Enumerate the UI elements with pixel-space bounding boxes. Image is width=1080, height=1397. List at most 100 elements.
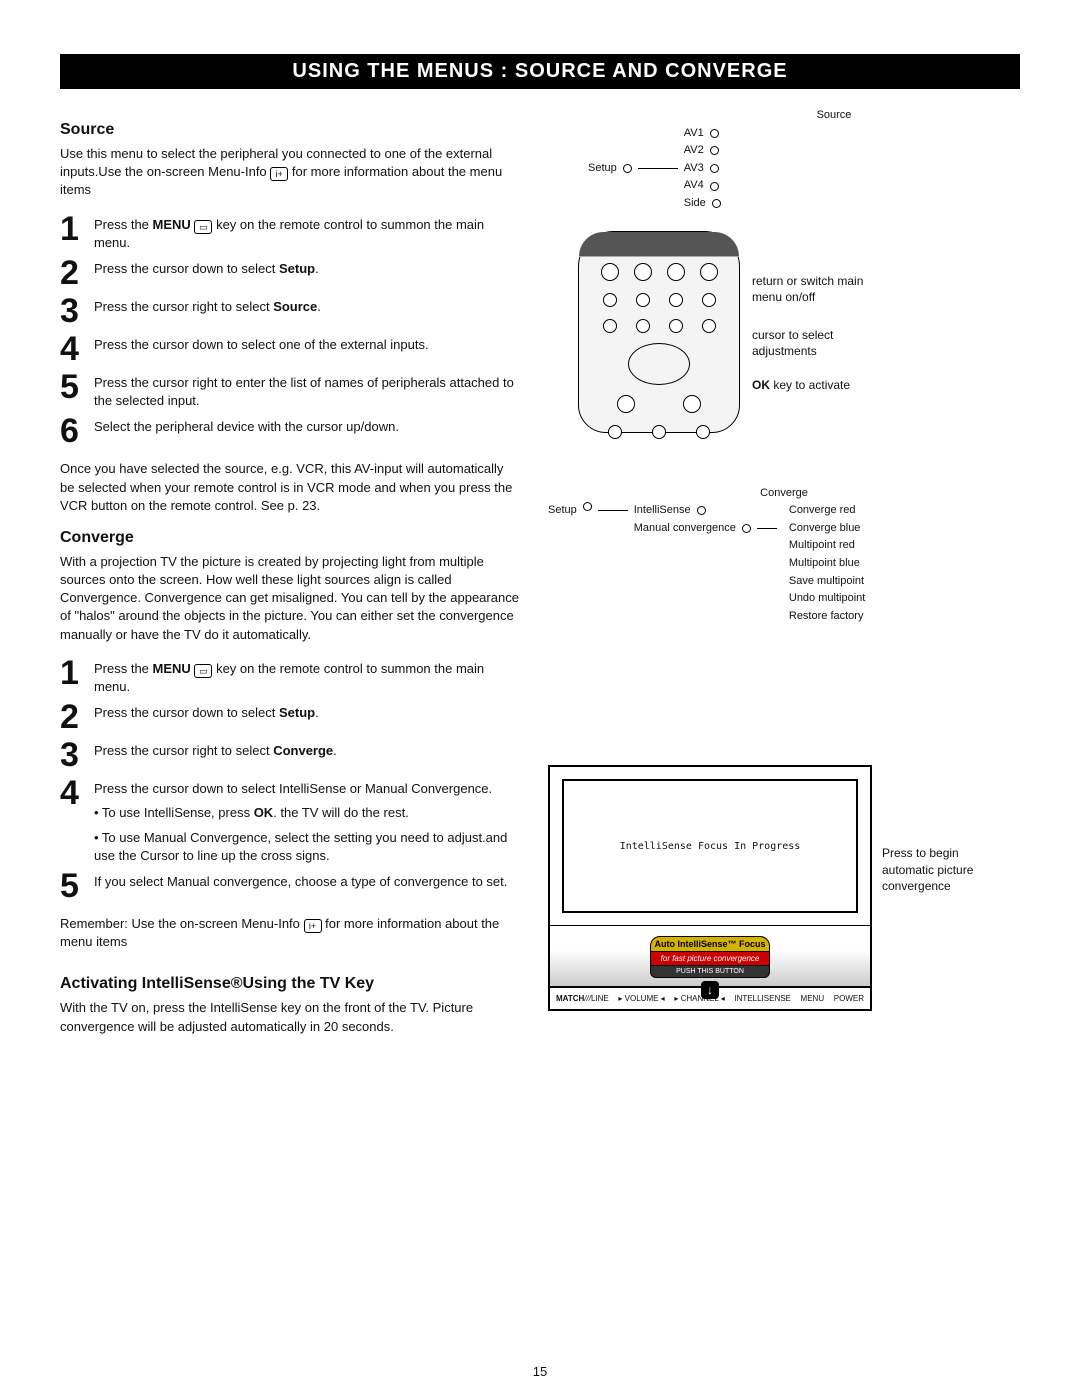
tv-block: IntelliSense Focus In Progress Auto Inte… (548, 735, 1020, 1011)
node-icon (712, 199, 721, 208)
step-text: Press the cursor down to select IntelliS… (94, 776, 520, 865)
remote-button-icon (603, 293, 617, 307)
t: Press the cursor right to select (94, 743, 273, 758)
step-num: 2 (60, 256, 94, 290)
tree-root: Setup (588, 160, 617, 178)
t: Press the cursor down to select (94, 705, 279, 720)
menu-icon: ▭ (194, 220, 212, 234)
step-2: 2 Press the cursor down to select Setup. (60, 256, 520, 290)
anno-ok: OK key to activate (752, 377, 892, 393)
step-text: Press the cursor right to select Converg… (94, 738, 337, 760)
tree-item: Manual convergence (634, 520, 777, 538)
badge-top: Auto IntelliSense™ Focus (650, 936, 770, 952)
converge-menu-tree: Converge Setup IntelliSense Manual conve… (548, 485, 1020, 626)
remote-button-icon (603, 319, 617, 333)
tree-item: Restore factory (789, 608, 865, 626)
node-icon (742, 524, 751, 533)
step-num: 4 (60, 776, 94, 810)
bold: Setup (279, 705, 315, 720)
line-icon (598, 510, 628, 511)
manual-page: USING THE MENUS : SOURCE AND CONVERGE So… (0, 0, 1080, 1397)
bullet-1: • To use IntelliSense, press OK. the TV … (94, 804, 520, 822)
remote-button-icon (636, 319, 650, 333)
step-text: Press the MENU ▭ key on the remote contr… (94, 656, 520, 696)
converge-after: Remember: Use the on-screen Menu-Info i+… (60, 915, 520, 951)
tree-items: AV1 AV2 AV3 AV4 Side (684, 125, 721, 213)
step-text: Press the cursor right to enter the list… (94, 370, 520, 410)
remote-annotations: return or switch main menu on/off cursor… (752, 213, 892, 394)
activating-heading: Activating IntelliSense®Using the TV Key (60, 975, 520, 993)
line-icon (757, 528, 777, 529)
t: Press the cursor down to select (94, 261, 279, 276)
node-icon (710, 146, 719, 155)
step-1: 1 Press the MENU ▭ key on the remote con… (60, 212, 520, 252)
step-num: 3 (60, 738, 94, 772)
step-3: 3 Press the cursor right to select Sourc… (60, 294, 520, 328)
tree-item: AV2 (684, 142, 721, 160)
converge-heading: Converge (60, 529, 520, 547)
step-text: Select the peripheral device with the cu… (94, 414, 399, 436)
menu-icon: ▭ (194, 664, 212, 678)
remote-button-icon (669, 319, 683, 333)
t: . the TV will do the rest. (273, 805, 409, 820)
source-heading: Source (60, 121, 520, 139)
bold: MENU (153, 661, 191, 676)
remote-dpad-icon (628, 343, 690, 385)
left-column: Source Use this menu to select the perip… (60, 107, 520, 1042)
label: IntelliSense (634, 502, 691, 520)
step-num: 6 (60, 414, 94, 448)
tree-item: Multipoint blue (789, 555, 865, 573)
tree-item: Side (684, 195, 721, 213)
converge-steps: 1 Press the MENU ▭ key on the remote con… (60, 656, 520, 903)
remote-button-icon (702, 293, 716, 307)
t: Press the (94, 661, 153, 676)
step-text: Press the cursor right to select Source. (94, 294, 321, 316)
remote-button-icon (667, 263, 685, 281)
converge-intro: With a projection TV the picture is crea… (60, 553, 520, 644)
step-num: 3 (60, 294, 94, 328)
bold: OK (254, 805, 274, 820)
tree-row: Setup AV1 AV2 AV3 AV4 Side (588, 125, 1020, 213)
page-number: 15 (0, 1364, 1080, 1379)
t: key to activate (770, 378, 850, 392)
step-text: Press the MENU ▭ key on the remote contr… (94, 212, 520, 252)
t: . (315, 261, 319, 276)
remote-control-illustration (578, 231, 740, 433)
t: LINE (591, 994, 609, 1003)
activating-text: With the TV on, press the IntelliSense k… (60, 999, 520, 1035)
line-icon (638, 168, 678, 169)
bold: Source (273, 299, 317, 314)
node-icon (623, 164, 632, 173)
tree-item: AV1 (684, 125, 721, 143)
arrow-down-icon: ↓ (701, 981, 719, 999)
t: . (317, 299, 321, 314)
step-num: 1 (60, 656, 94, 690)
t: MATCH (556, 994, 584, 1003)
step-num: 2 (60, 700, 94, 734)
right-column: Source Setup AV1 AV2 AV3 AV4 Side (548, 107, 1020, 1042)
brand-logo: MATCH///LINE (556, 994, 609, 1003)
tree-item: Converge red (789, 502, 865, 520)
step-4: 4 Press the cursor down to select one of… (60, 332, 520, 366)
remote-button-icon (634, 263, 652, 281)
source-steps: 1 Press the MENU ▭ key on the remote con… (60, 212, 520, 449)
badge-mid: for fast picture convergence (650, 952, 770, 966)
step-5: 5 Press the cursor right to enter the li… (60, 370, 520, 410)
t: . (333, 743, 337, 758)
tv-screen: IntelliSense Focus In Progress (562, 779, 858, 913)
step-num: 5 (60, 869, 94, 903)
label: AV3 (684, 160, 704, 178)
bold: Setup (279, 261, 315, 276)
source-menu-tree: Source Setup AV1 AV2 AV3 AV4 Side (588, 107, 1020, 213)
tree-right: Converge red Converge blue Multipoint re… (789, 502, 865, 625)
remote-block: return or switch main menu on/off cursor… (548, 213, 1020, 445)
tree-item: Save multipoint (789, 573, 865, 591)
badge-bot: PUSH THIS BUTTON (650, 966, 770, 978)
step-text: Press the cursor down to select one of t… (94, 332, 429, 354)
step-num: 4 (60, 332, 94, 366)
step-num: 5 (60, 370, 94, 404)
t: Remember: Use the on-screen Menu-Info (60, 916, 304, 931)
remote-button-icon (702, 319, 716, 333)
t: Press the (94, 217, 153, 232)
bold: Converge (273, 743, 333, 758)
